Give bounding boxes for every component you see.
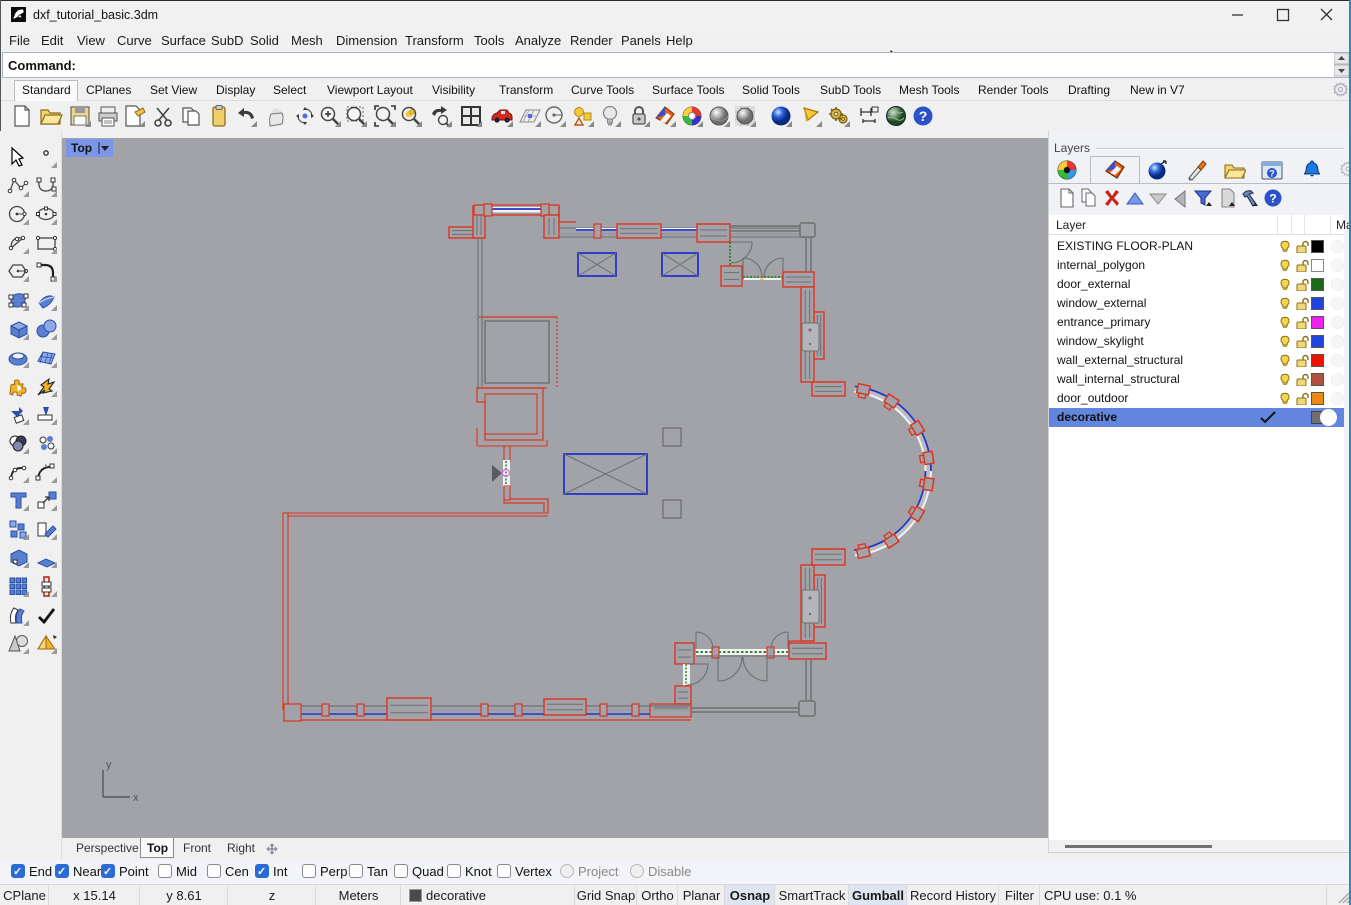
svg-text:?: ? — [919, 108, 928, 124]
svg-text:x: x — [760, 275, 764, 282]
svg-text:?: ? — [1269, 192, 1276, 206]
svg-text:x: x — [133, 792, 139, 804]
svg-text:?: ? — [1269, 169, 1275, 179]
svg-text:y: y — [106, 759, 112, 771]
